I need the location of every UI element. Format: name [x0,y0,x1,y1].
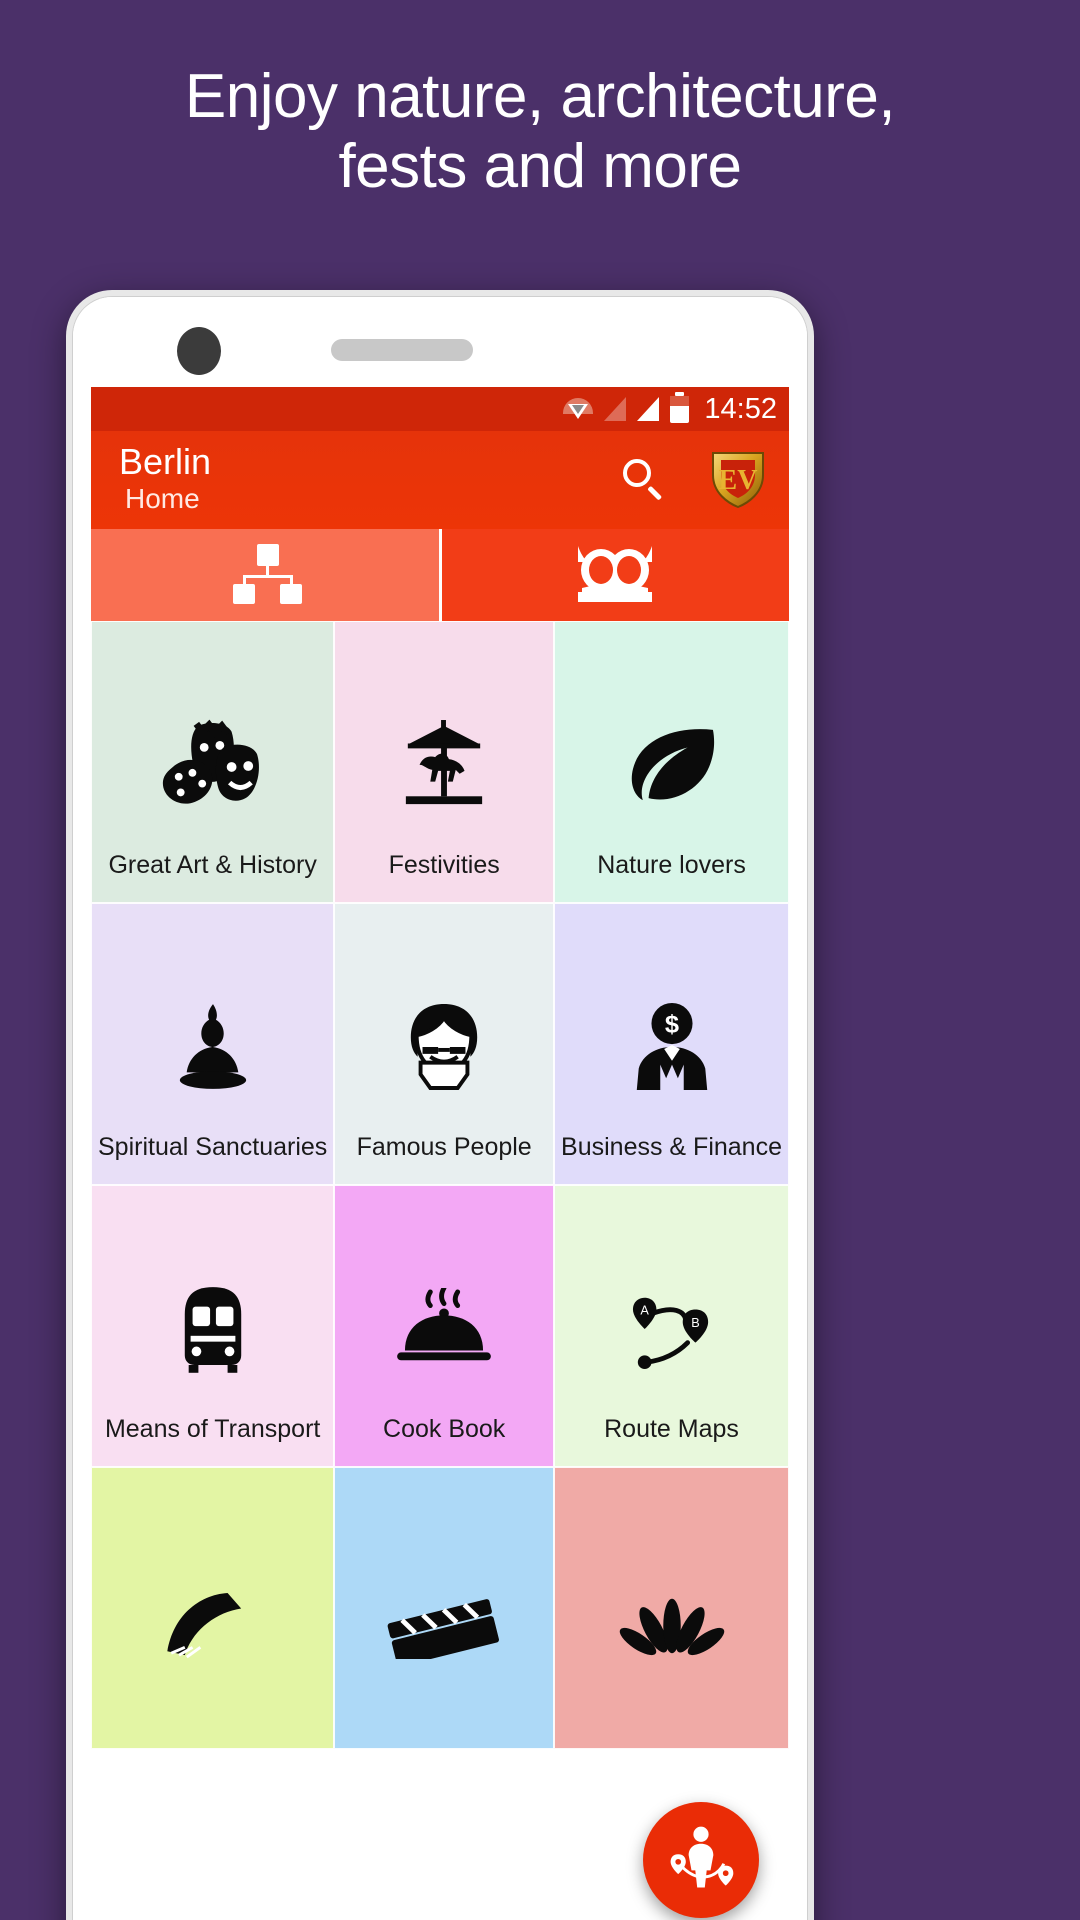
face-portrait-icon [341,960,547,1133]
traveller-route-fab-button[interactable] [643,1802,759,1918]
owl-icon [572,544,658,609]
category-label: Business & Finance [561,1133,782,1161]
category-cell-festivities[interactable]: Festivities [334,621,555,903]
fan-icon [98,1524,327,1726]
category-cell-cook-book[interactable]: Cook Book [334,1185,555,1467]
promo-headline: Enjoy nature, architecture, fests and mo… [0,62,1080,202]
cloche-dish-icon [341,1242,547,1415]
category-cell-business-finance[interactable]: $ Business & Finance [554,903,789,1185]
category-cell-means-of-transport[interactable]: Means of Transport [91,1185,335,1467]
train-icon [98,1242,327,1415]
category-cell-great-art-history[interactable]: Great Art & History [91,621,335,903]
page-subtitle: Home [125,482,200,514]
film-clapper-icon [341,1524,547,1726]
category-label: Festivities [388,851,500,879]
status-bar: 14:52 [91,387,789,431]
category-cell-film-clapper[interactable] [334,1467,555,1749]
tab-edubank[interactable] [441,529,789,623]
status-bar-clock: 14:52 [704,392,777,425]
flower-icon [561,1524,782,1726]
tab-categories[interactable] [91,529,439,623]
theater-masks-palette-icon [98,678,327,851]
category-label: Spiritual Sanctuaries [98,1133,328,1161]
category-cell-nature-lovers[interactable]: Nature lovers [554,621,789,903]
front-camera-icon [177,327,221,375]
app-bar: Berlin Home EV [91,431,789,529]
category-label: Nature lovers [597,851,746,879]
tab-bar [91,529,789,623]
route-map-icon: A B [561,1242,782,1415]
category-label: Means of Transport [104,1415,321,1443]
promo-headline-line1: Enjoy nature, architecture, [184,62,896,131]
battery-icon [670,391,690,423]
category-cell-fan[interactable] [91,1467,335,1749]
ev-shield-logo-icon[interactable]: EV [709,449,767,511]
carousel-icon [341,678,547,851]
search-icon[interactable] [621,457,667,503]
app-screen: 14:52 Berlin Home EV Great Art & History… [91,387,789,1920]
category-grid: Great Art & History Festivities Nature l… [91,621,789,1920]
promo-headline-line2: fests and more [338,132,742,202]
category-cell-route-maps[interactable]: A B Route Maps [554,1185,789,1467]
svg-text:A: A [640,1303,649,1317]
phone-top-bezel [73,297,807,387]
earpiece-speaker [331,339,473,361]
leaf-icon [561,678,782,851]
app-bar-titles: Berlin Home [119,443,621,517]
signal-full-icon [637,397,660,421]
phone-screen-frame: 14:52 Berlin Home EV Great Art & History… [72,296,808,1920]
traveller-route-icon [663,1820,739,1901]
phone-mockup: 14:52 Berlin Home EV Great Art & History… [66,290,814,1920]
category-cell-spiritual-sanctuaries[interactable]: Spiritual Sanctuaries [91,903,335,1185]
svg-text:$: $ [664,1010,678,1038]
buddha-icon [98,960,327,1133]
category-label: Famous People [356,1133,532,1161]
category-cell-flower[interactable] [554,1467,789,1749]
category-cell-famous-people[interactable]: Famous People [334,903,555,1185]
businessman-dollar-icon: $ [561,960,782,1133]
category-label: Route Maps [604,1415,739,1443]
signal-empty-icon [604,397,627,421]
category-label: Great Art & History [108,851,317,879]
category-label: Cook Book [383,1415,506,1443]
page-title: Berlin [119,440,212,482]
svg-text:EV: EV [719,465,758,496]
sitemap-icon [225,542,305,611]
wifi-icon [563,398,594,420]
svg-text:B: B [691,1316,699,1330]
